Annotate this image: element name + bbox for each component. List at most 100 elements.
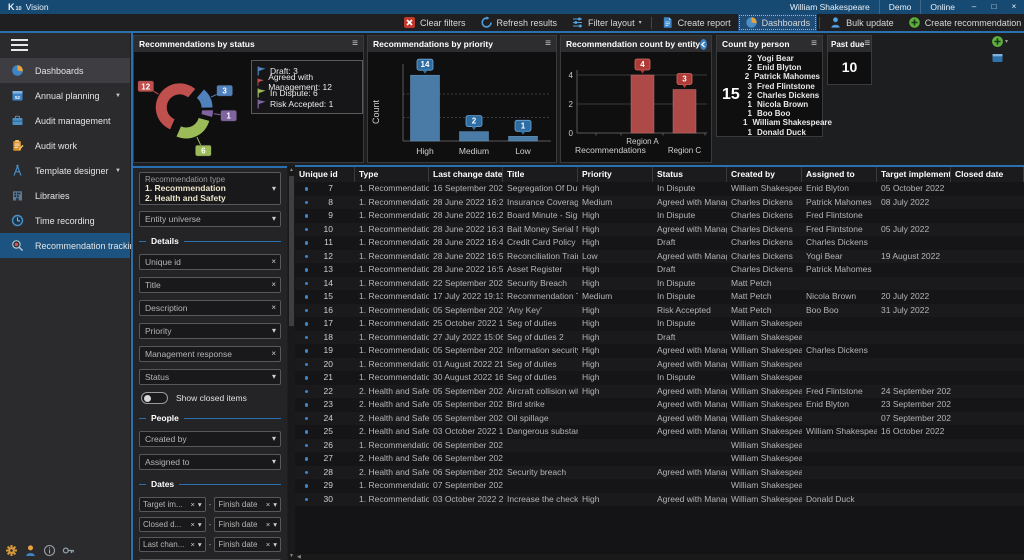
sidebar-item-audit-work[interactable]: Audit work (0, 133, 130, 158)
table-row-11[interactable]: 11 1. Recommendation 28 June 2022 16:42 Cre… (295, 236, 1024, 250)
column-header-status[interactable]: Status (653, 167, 727, 182)
column-header-target-implementatio-[interactable]: Target implementatio... (877, 167, 951, 182)
table-row-21[interactable]: 21 1. Recommendation 30 August 2022 16:51 S… (295, 371, 1024, 385)
info-icon[interactable] (43, 544, 56, 557)
panel-menu-icon[interactable]: ≡ (811, 36, 817, 52)
priority-bar-low[interactable] (508, 136, 538, 142)
chevron-down-icon[interactable]: ▾ (273, 500, 277, 509)
clear-icon[interactable]: × (271, 348, 276, 360)
priority-bar-high[interactable] (410, 74, 440, 142)
panel-menu-icon[interactable]: ≡ (545, 36, 551, 52)
key-icon[interactable] (62, 544, 75, 557)
panel-menu-icon[interactable]: ≡ (352, 36, 358, 52)
scroll-down-icon[interactable]: ▼ (288, 553, 295, 559)
column-header-last-change-date[interactable]: Last change date (429, 167, 503, 182)
date-from-field[interactable]: Target im... × ▾ (139, 497, 206, 512)
user-icon[interactable] (24, 544, 37, 557)
filter-input-title[interactable]: Title × (139, 277, 281, 293)
column-header-title[interactable]: Title (503, 167, 578, 182)
filter-dropdown-status[interactable]: Status ▾ (139, 369, 281, 385)
toolbar-button-create-recommendation[interactable]: Create recommendation▾ (901, 14, 1024, 31)
table-row-26[interactable]: 26 1. Recommendation 06 September 2022 1..… (295, 438, 1024, 452)
toolbar-button-refresh-results[interactable]: Refresh results (473, 14, 565, 31)
table-row-28[interactable]: 28 2. Health and Safety 06 September 2022 … (295, 465, 1024, 479)
clear-icon[interactable]: × (266, 520, 270, 529)
toolbar-button-clear-filters[interactable]: Clear filters (396, 14, 473, 31)
scrollbar-thumb[interactable] (289, 176, 294, 326)
table-row-7[interactable]: 7 1. Recommendation 16 September 2022 1...… (295, 182, 1024, 196)
donut-slice-draft[interactable] (196, 89, 213, 108)
toolbar-button-bulk-update[interactable]: Bulk update (822, 14, 901, 31)
column-header-type[interactable]: Type (355, 167, 429, 182)
sidebar-item-template-designer[interactable]: Template designer ▼ (0, 158, 130, 183)
maximize-button[interactable]: □ (984, 0, 1004, 14)
table-row-29[interactable]: 29 1. Recommendation 07 September 2022 2..… (295, 479, 1024, 493)
drill-back-icon[interactable] (700, 38, 708, 50)
scroll-left-icon[interactable]: ◀ (297, 554, 301, 560)
panel-menu-icon[interactable]: ≡ (864, 36, 870, 52)
donut-slice-risk-accepted[interactable] (201, 110, 213, 118)
scroll-up-icon[interactable]: ▲ (288, 167, 295, 173)
table-row-14[interactable]: 14 1. Recommendation 22 September 2022 1..… (295, 276, 1024, 290)
minimize-button[interactable]: – (964, 0, 984, 14)
donut-slice-in-dispute[interactable] (176, 117, 210, 139)
entity-bar-region-c[interactable] (672, 89, 697, 134)
column-header-created-by[interactable]: Created by (727, 167, 802, 182)
date-from-field[interactable]: Last chan... × ▾ (139, 537, 206, 552)
toolbar-button-filter-layout[interactable]: Filter layout ▾ (564, 14, 649, 31)
date-to-field[interactable]: Finish date × ▾ (214, 537, 282, 552)
chevron-down-icon[interactable]: ▾ (272, 183, 276, 195)
column-header-priority[interactable]: Priority (578, 167, 653, 182)
table-row-10[interactable]: 10 1. Recommendation 28 June 2022 16:38 Bai… (295, 222, 1024, 236)
table-horizontal-scrollbar[interactable]: ◀ (295, 554, 1024, 560)
table-row-8[interactable]: 8 1. Recommendation 28 June 2022 16:28 Insu… (295, 195, 1024, 209)
clear-icon[interactable]: × (191, 500, 195, 509)
donut-slice-agreed-with-management[interactable] (155, 83, 196, 130)
table-row-30[interactable]: 30 1. Recommendation 03 October 2022 20:46… (295, 492, 1024, 506)
table-row-20[interactable]: 20 1. Recommendation 01 August 2022 21:04 S… (295, 357, 1024, 371)
toolbar-button-dashboards[interactable]: Dashboards (737, 14, 818, 31)
show-closed-toggle[interactable] (141, 392, 168, 404)
table-row-16[interactable]: 16 1. Recommendation 05 September 2022 1..… (295, 303, 1024, 317)
sidebar-item-recommendation-tracking[interactable]: Recommendation tracking (0, 233, 140, 258)
chevron-down-icon[interactable]: ▾ (1005, 38, 1008, 45)
column-header-unique-id[interactable]: Unique id (295, 167, 355, 182)
toolbar-button-create-report[interactable]: Create report (654, 14, 738, 31)
chevron-down-icon[interactable]: ▾ (198, 500, 202, 509)
clear-icon[interactable]: × (271, 302, 276, 314)
table-row-22[interactable]: 22 2. Health and Safety 05 September 2022 … (295, 384, 1024, 398)
chevron-down-icon[interactable]: ▾ (198, 520, 202, 529)
close-button[interactable]: × (1004, 0, 1024, 14)
clear-icon[interactable]: × (266, 500, 270, 509)
filter-scrollbar[interactable]: ▲ ▼ (288, 166, 295, 560)
clear-icon[interactable]: × (271, 279, 276, 291)
sidebar-item-audit-management[interactable]: Audit management (0, 108, 130, 133)
sidebar-item-libraries[interactable]: Libraries (0, 183, 130, 208)
sidebar-item-time-recording[interactable]: Time recording (0, 208, 130, 233)
table-row-27[interactable]: 27 2. Health and Safety 06 September 2022 … (295, 452, 1024, 466)
sidebar-item-dashboards[interactable]: Dashboards (0, 58, 130, 83)
table-row-25[interactable]: 25 2. Health and Safety 03 October 2022 17… (295, 425, 1024, 439)
filter-dropdown-created-by[interactable]: Created by ▾ (139, 431, 281, 447)
clear-icon[interactable]: × (191, 540, 195, 549)
chevron-down-icon[interactable]: ▾ (273, 520, 277, 529)
chevron-down-icon[interactable]: ▾ (273, 540, 277, 549)
chevron-down-icon[interactable]: ▾ (272, 433, 276, 445)
clear-icon[interactable]: × (191, 520, 195, 529)
chevron-down-icon[interactable]: ▾ (198, 540, 202, 549)
column-header-assigned-to[interactable]: Assigned to (802, 167, 877, 182)
entity-bar-region-a[interactable] (630, 74, 655, 134)
hamburger-menu-icon[interactable] (0, 33, 130, 58)
table-row-17[interactable]: 17 1. Recommendation 25 October 2022 16:24… (295, 317, 1024, 331)
filter-input-management-response[interactable]: Management response × (139, 346, 281, 362)
gear-icon[interactable] (5, 544, 18, 557)
table-row-9[interactable]: 9 1. Recommendation 28 June 2022 16:28 Boar… (295, 209, 1024, 223)
priority-bar-medium[interactable] (459, 131, 489, 142)
chevron-down-icon[interactable]: ▾ (272, 371, 276, 383)
column-header-closed-date[interactable]: Closed date (951, 167, 1024, 182)
filter-input-unique-id[interactable]: Unique id × (139, 254, 281, 270)
table-row-18[interactable]: 18 1. Recommendation 27 July 2022 15:06 Seg… (295, 330, 1024, 344)
table-row-13[interactable]: 13 1. Recommendation 28 June 2022 16:56 Ass… (295, 263, 1024, 277)
table-row-23[interactable]: 23 2. Health and Safety 05 September 2022 … (295, 398, 1024, 412)
table-row-24[interactable]: 24 2. Health and Safety 05 September 2022 … (295, 411, 1024, 425)
